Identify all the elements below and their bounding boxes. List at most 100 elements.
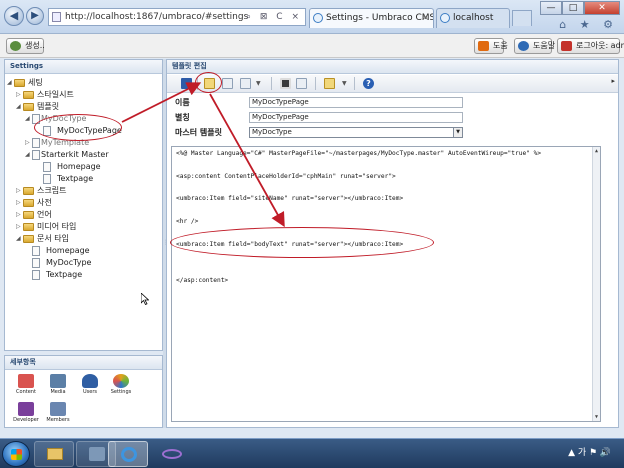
address-bar[interactable]: http://localhost:1867/umbraco/#settings … — [48, 8, 306, 26]
tree-node-label: 템플릿 — [37, 102, 60, 111]
tab-title: Settings - Umbraco CMS -... — [326, 13, 434, 23]
editor-title: 템플릿 편집 — [167, 60, 618, 74]
taskbar-internet-explorer[interactable] — [108, 441, 148, 467]
toolbar-scroll-icon[interactable]: ▸ — [611, 77, 615, 85]
maximize-button[interactable]: □ — [562, 1, 584, 15]
address-text: http://localhost:1867/umbraco/#settings — [65, 12, 249, 22]
section-media[interactable]: Media — [41, 374, 75, 402]
chevron-down-icon[interactable]: ▼ — [453, 128, 462, 137]
save-icon[interactable] — [181, 78, 192, 89]
start-button[interactable] — [2, 441, 30, 467]
new-tab-button[interactable] — [512, 10, 532, 26]
window-controls: — □ ✕ — [540, 1, 620, 15]
create-icon — [10, 41, 21, 51]
content-icon — [18, 374, 34, 388]
master-template-label: 마스터 템플릿 — [175, 128, 222, 137]
create-button[interactable]: 생성.. — [6, 38, 45, 54]
browser-chrome: ◀ ▶ http://localhost:1867/umbraco/#setti… — [0, 0, 624, 34]
folder-icon — [23, 91, 34, 99]
info-icon — [518, 41, 529, 51]
expand-icon[interactable]: ▷ — [16, 221, 22, 233]
close-button[interactable]: ✕ — [584, 1, 620, 15]
toolbar-separator — [271, 77, 272, 90]
highlight-tree-item — [34, 114, 122, 141]
template-icon — [43, 162, 51, 172]
help-button[interactable]: 도움 — [474, 38, 508, 54]
tree-node-label: 스타일시트 — [37, 90, 74, 99]
code-line: <hr /> — [176, 218, 199, 225]
template-icon — [32, 138, 40, 148]
insert-placeholder-icon[interactable] — [222, 78, 233, 89]
tree-node-label: 사전 — [37, 198, 52, 207]
insert-dictionary-icon[interactable] — [296, 78, 307, 89]
chevron-down-icon[interactable]: ▼ — [256, 78, 262, 89]
minimize-button[interactable]: — — [540, 1, 562, 15]
back-button[interactable]: ◀ — [4, 6, 24, 26]
alias-label: 별칭 — [175, 113, 190, 122]
tree-node-label: MyDocType — [46, 258, 92, 267]
windows-taskbar: ▲ 가 ⚑ 🔊 — [0, 438, 624, 468]
master-template-select[interactable]: MyDocType ▼ — [249, 127, 463, 138]
panel-title: 세부항목 — [5, 356, 162, 370]
tray-icons: ▲ 가 ⚑ 🔊 — [568, 448, 612, 458]
collapse-icon[interactable]: ◢ — [25, 149, 31, 161]
visual-studio-icon — [162, 449, 182, 459]
tree-node-label: Homepage — [57, 162, 101, 171]
tree-node-label: 스크립트 — [37, 186, 67, 195]
toolbar-separator — [354, 77, 355, 90]
address-actions[interactable]: ⌕ ⊠ C × — [246, 9, 302, 25]
insert-macro-icon[interactable] — [280, 78, 291, 89]
create-label: 생성.. — [25, 41, 45, 50]
tab-localhost[interactable]: localhost — [436, 8, 510, 28]
editor-toolbar: ▼ ▼ ? ▸ — [167, 75, 618, 93]
taskbar-explorer[interactable] — [34, 441, 74, 467]
template-icon — [32, 150, 40, 160]
alias-input[interactable]: MyDocTypePage — [249, 112, 463, 123]
settings-icon — [113, 374, 129, 388]
collapse-icon[interactable]: ◢ — [25, 113, 31, 125]
browser-tool-icons[interactable]: ⌂ ★ ⚙ — [559, 18, 618, 31]
about-button[interactable]: 도움말 — [514, 38, 555, 54]
section-content[interactable]: Content — [9, 374, 43, 402]
tab-close-icon[interactable]: × — [421, 9, 429, 28]
expand-icon[interactable]: ▷ — [16, 185, 22, 197]
internet-explorer-icon — [121, 447, 137, 462]
collapse-icon[interactable]: ◢ — [7, 77, 13, 89]
help-icon[interactable]: ? — [363, 78, 374, 89]
logout-button[interactable]: 로그아웃: admin — [557, 38, 624, 54]
folder-icon — [23, 223, 34, 231]
logout-label: 로그아웃: admin — [576, 41, 624, 50]
collapse-icon[interactable]: ◢ — [16, 101, 22, 113]
expand-icon[interactable]: ▷ — [25, 137, 31, 149]
code-scrollbar[interactable]: ▲ ▼ — [592, 147, 600, 421]
tree-node-label: Textpage — [46, 270, 83, 279]
forward-button[interactable]: ▶ — [26, 7, 44, 25]
section-label: Media — [50, 389, 66, 395]
section-members[interactable]: Members — [41, 402, 75, 430]
tab-settings[interactable]: Settings - Umbraco CMS -... × — [309, 8, 434, 28]
highlight-code-line — [170, 227, 434, 258]
chevron-down-icon[interactable]: ▼ — [342, 78, 348, 89]
scroll-up-icon[interactable]: ▲ — [593, 147, 600, 155]
expand-icon[interactable]: ▷ — [16, 209, 22, 221]
system-tray[interactable]: ▲ 가 ⚑ 🔊 — [568, 445, 618, 458]
folder-icon[interactable] — [324, 78, 335, 89]
tree-node-label: Homepage — [46, 246, 90, 255]
insert-content-area-icon[interactable] — [240, 78, 251, 89]
help-label: 도움 — [493, 41, 508, 50]
umbraco-favicon-icon — [313, 13, 323, 23]
template-code-editor[interactable]: <%@ Master Language="C#" MasterPageFile=… — [171, 146, 601, 422]
name-input[interactable]: MyDocTypePage — [249, 97, 463, 108]
section-users[interactable]: Users — [73, 374, 107, 402]
expand-icon[interactable]: ▷ — [16, 197, 22, 209]
taskbar-visual-studio[interactable] — [152, 441, 192, 467]
section-label: Developer — [13, 417, 39, 423]
collapse-icon[interactable]: ◢ — [16, 233, 22, 245]
developer-icon — [18, 402, 34, 416]
section-label: Settings — [110, 389, 132, 395]
scroll-down-icon[interactable]: ▼ — [593, 413, 600, 421]
folder-icon — [23, 103, 34, 111]
expand-icon[interactable]: ▷ — [16, 89, 22, 101]
section-developer[interactable]: Developer — [9, 402, 43, 430]
section-settings[interactable]: Settings — [104, 374, 138, 402]
